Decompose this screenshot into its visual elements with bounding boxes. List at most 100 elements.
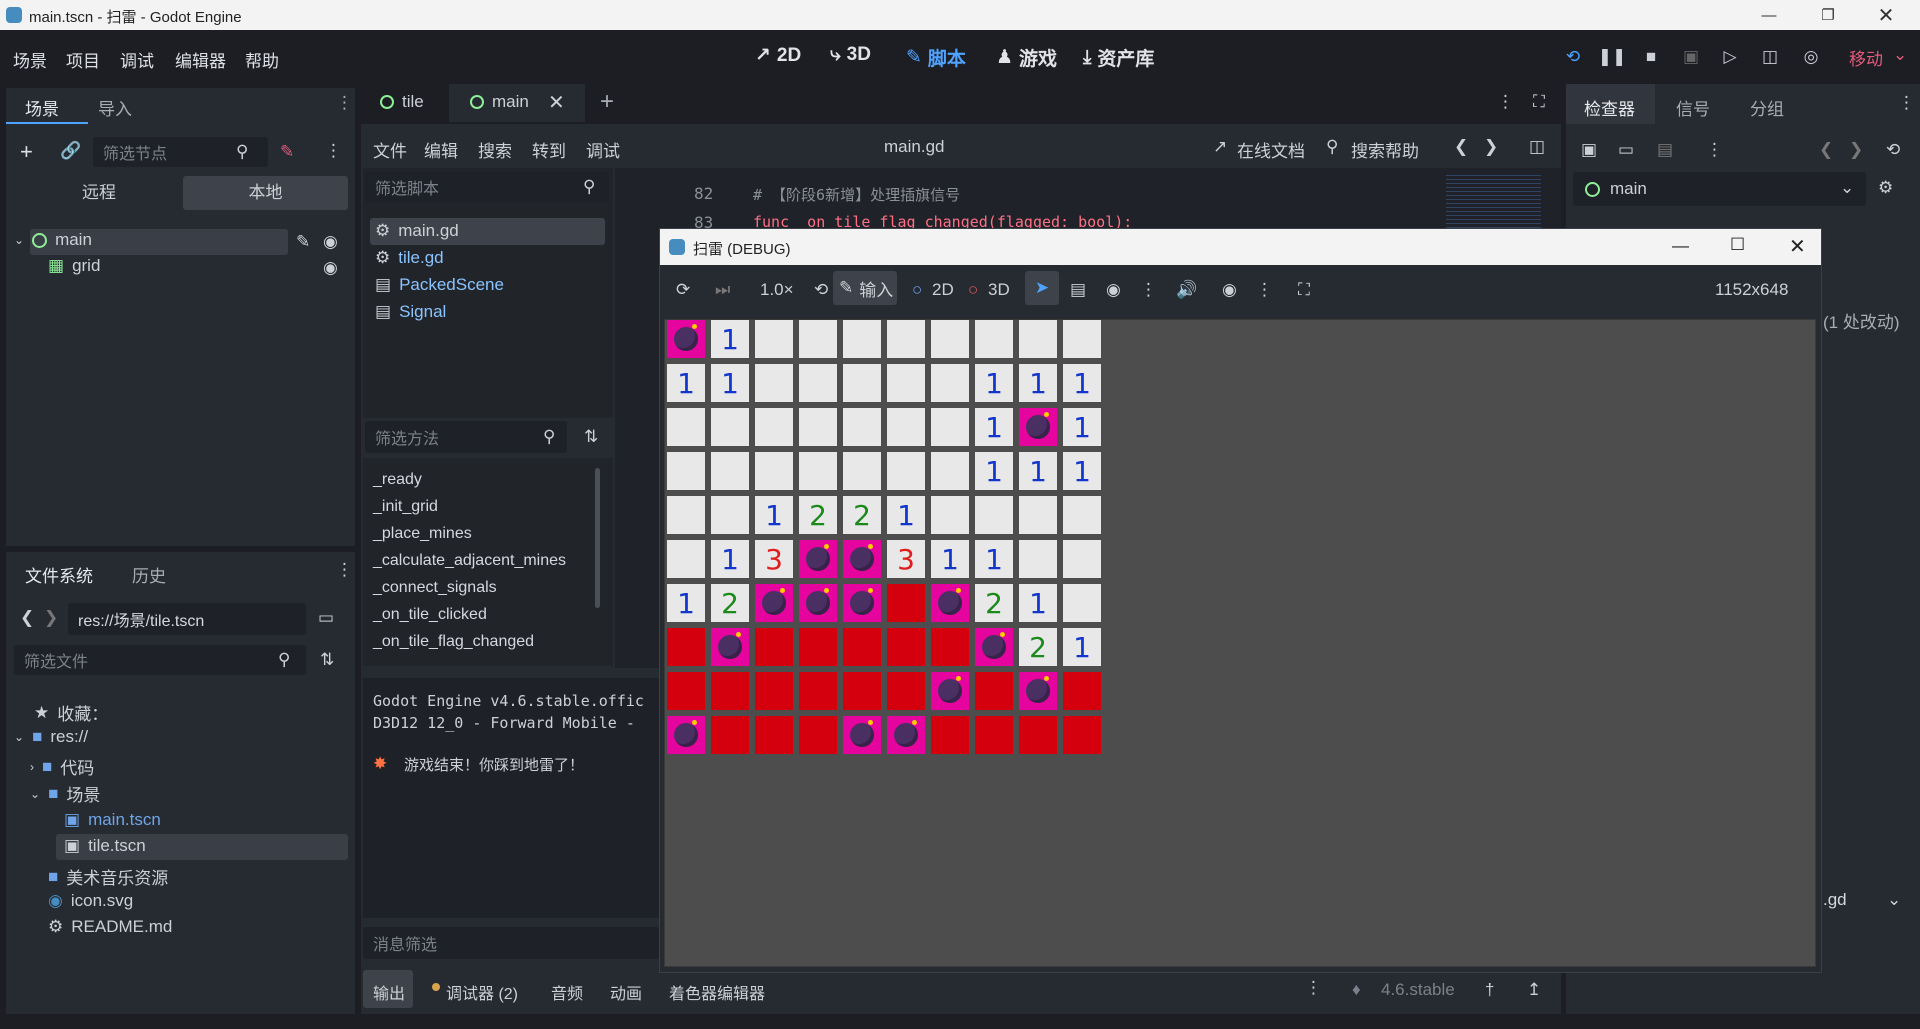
chevron-down-icon[interactable]: ⌄	[1887, 890, 1901, 910]
folder-code-item[interactable]: › ■ 代码	[30, 754, 94, 779]
next-frame-icon[interactable]: ⏭	[715, 280, 730, 300]
tab-history[interactable]: 历史	[132, 562, 166, 587]
script-icon[interactable]: ✎	[296, 232, 310, 252]
run-scene-icon[interactable]: ▷	[1719, 46, 1741, 68]
menu-help[interactable]: 帮助	[245, 47, 279, 72]
number-tile[interactable]: 1	[975, 452, 1013, 490]
online-docs-link[interactable]: 在线文档	[1237, 137, 1305, 162]
number-tile[interactable]: 1	[1063, 628, 1101, 666]
revealed-tile[interactable]	[887, 672, 925, 710]
script-field[interactable]: .gd	[1823, 890, 1847, 910]
sort-icon[interactable]: ⇅	[320, 650, 334, 670]
add-node-icon[interactable]: +	[20, 139, 33, 165]
revealed-tile[interactable]	[975, 716, 1013, 754]
tile[interactable]	[975, 320, 1013, 358]
back-icon[interactable]: ❮	[20, 608, 34, 628]
kebab-icon[interactable]: ⋮	[1140, 280, 1157, 300]
tile[interactable]	[755, 452, 793, 490]
number-tile[interactable]: 1	[1063, 364, 1101, 402]
mine-tile[interactable]	[799, 540, 837, 578]
number-tile[interactable]: 1	[755, 496, 793, 534]
revealed-tile[interactable]	[799, 716, 837, 754]
revealed-tile[interactable]	[931, 716, 969, 754]
kebab-icon[interactable]: ⋮	[336, 560, 353, 580]
node-settings-icon[interactable]: ⚙	[1878, 178, 1893, 198]
revealed-tile[interactable]	[711, 716, 749, 754]
kebab-icon[interactable]: ⋮	[1497, 92, 1514, 112]
number-tile[interactable]: 2	[843, 496, 881, 534]
split-view-icon[interactable]: ▭	[318, 608, 334, 628]
revealed-tile[interactable]	[667, 628, 705, 666]
pause-icon[interactable]: ❚❚	[1598, 46, 1627, 68]
kebab-icon[interactable]: ⋮	[1706, 140, 1723, 160]
method-item[interactable]: _ready	[373, 471, 422, 489]
revealed-tile[interactable]	[755, 628, 793, 666]
number-tile[interactable]: 1	[1063, 452, 1101, 490]
visibility-icon[interactable]: ◉	[323, 258, 338, 278]
bottom-tab-output[interactable]: 输出	[373, 980, 405, 1004]
script-menu-edit[interactable]: 编辑	[424, 137, 458, 162]
revealed-tile[interactable]	[843, 672, 881, 710]
minimize-icon[interactable]: —	[1746, 0, 1792, 30]
method-item[interactable]: _on_tile_clicked	[373, 606, 487, 624]
forward-icon[interactable]: ❯	[44, 608, 58, 628]
method-item[interactable]: _place_mines	[373, 525, 472, 543]
sort-icon[interactable]: ⇅	[584, 427, 598, 447]
audio-icon[interactable]: 🔊	[1176, 280, 1197, 300]
renderer-select[interactable]: 移动	[1849, 45, 1883, 70]
tile[interactable]	[931, 408, 969, 446]
tile[interactable]	[931, 320, 969, 358]
tab-scene[interactable]: 场景	[25, 95, 59, 120]
list-select-icon[interactable]: ▤	[1070, 280, 1086, 300]
mine-tile[interactable]	[843, 584, 881, 622]
script-menu-goto[interactable]: 转到	[532, 137, 566, 162]
tile[interactable]	[799, 320, 837, 358]
tile[interactable]	[1063, 320, 1101, 358]
movie-icon[interactable]: ◎	[1800, 46, 1822, 68]
revealed-tile[interactable]	[975, 672, 1013, 710]
bottom-tab-shader[interactable]: 着色器编辑器	[669, 980, 765, 1004]
forward-icon[interactable]: ❯	[1849, 140, 1863, 160]
script-menu-search[interactable]: 搜索	[478, 137, 512, 162]
number-tile[interactable]: 2	[711, 584, 749, 622]
menu-project[interactable]: 项目	[66, 47, 100, 72]
file-icon-svg[interactable]: ◉ icon.svg	[48, 891, 133, 911]
bottom-tab-animation[interactable]: 动画	[610, 980, 642, 1004]
stop-icon[interactable]: ■	[1640, 46, 1662, 68]
chevron-down-icon[interactable]: ⌄	[1840, 178, 1854, 198]
file-tile-tscn[interactable]: ▣ tile.tscn	[64, 836, 146, 856]
number-tile[interactable]: 1	[1019, 584, 1057, 622]
res-root-item[interactable]: ⌄ ■ res://	[14, 727, 88, 747]
revealed-tile[interactable]	[711, 672, 749, 710]
mine-tile[interactable]	[843, 540, 881, 578]
tile[interactable]	[711, 496, 749, 534]
fullscreen-icon[interactable]: ⛶	[1298, 280, 1310, 300]
tile[interactable]	[667, 408, 705, 446]
close-icon[interactable]: ✕	[1789, 234, 1806, 259]
back-icon[interactable]: ❮	[1819, 140, 1833, 160]
reload-icon[interactable]: ⟲	[1562, 46, 1584, 68]
select-tool-icon[interactable]: ➤	[1025, 271, 1059, 305]
search-help-link[interactable]: 搜索帮助	[1351, 137, 1419, 162]
suspend-icon[interactable]: ⟳	[676, 280, 690, 300]
back-icon[interactable]: ❮	[1454, 137, 1468, 157]
speed-label[interactable]: 1.0×	[760, 280, 794, 300]
mine-tile[interactable]	[1019, 408, 1057, 446]
script-item-main[interactable]: ⚙ main.gd	[375, 221, 459, 241]
tile[interactable]	[975, 496, 1013, 534]
number-tile[interactable]: 2	[799, 496, 837, 534]
tile[interactable]	[667, 496, 705, 534]
tile[interactable]	[711, 452, 749, 490]
mine-tile[interactable]	[931, 672, 969, 710]
run-custom-icon[interactable]: ◫	[1759, 46, 1781, 68]
remote-button[interactable]: 远程	[18, 176, 180, 210]
workspace-3d[interactable]: ⤷ 3D	[830, 44, 871, 66]
workspace-script[interactable]: ✎ 脚本	[906, 44, 966, 71]
tile[interactable]	[887, 320, 925, 358]
add-tab-icon[interactable]: +	[600, 88, 614, 116]
workspace-game[interactable]: ♟ 游戏	[996, 44, 1057, 71]
number-tile[interactable]: 1	[975, 540, 1013, 578]
tile[interactable]	[1019, 320, 1057, 358]
file-main-tscn[interactable]: ▣ main.tscn	[64, 810, 161, 830]
attach-script-icon[interactable]: ✎	[280, 142, 294, 162]
